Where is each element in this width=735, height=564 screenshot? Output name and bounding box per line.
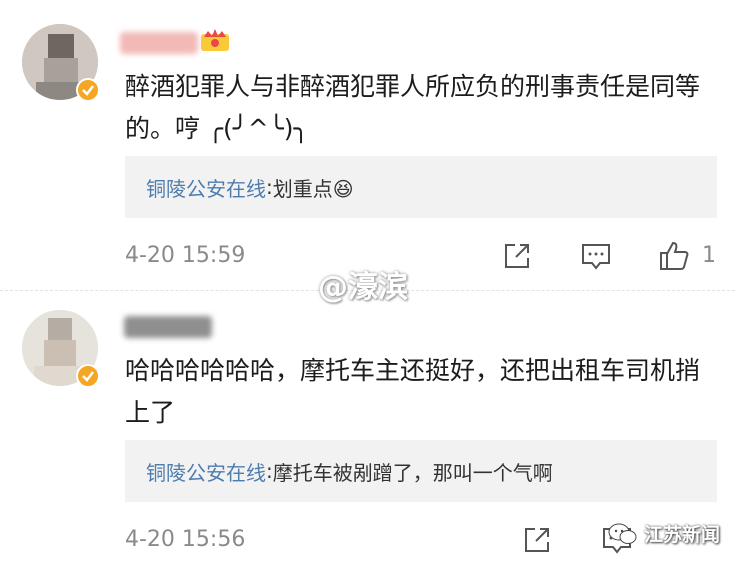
share-icon[interactable] (501, 240, 533, 272)
source-logo-text: 江苏新闻 (644, 524, 721, 546)
comment-meta: 4-20 15:59 1 (125, 236, 725, 276)
reply-author[interactable]: 铜陵公安在线 (146, 457, 266, 486)
reply-separator: : (266, 175, 273, 199)
comment-icon[interactable] (580, 240, 612, 272)
username-blurred[interactable] (120, 32, 198, 54)
reply-text: 划重点😆 (272, 176, 354, 201)
reply-box[interactable]: 铜陵公安在线 : 划重点😆 (125, 156, 717, 218)
wechat-icon (608, 523, 637, 544)
timestamp: 4-20 15:56 (125, 527, 246, 552)
timestamp: 4-20 15:59 (125, 243, 246, 268)
comment-text: 哈哈哈哈哈哈，摩托车主还挺好，还把出租车司机捎上了 (125, 356, 701, 427)
watermark: @濠滨 (318, 270, 408, 305)
reply-separator: : (266, 459, 273, 483)
reply-text: 摩托车被剐蹭了，那叫一个气啊 (272, 460, 553, 485)
reply-box[interactable]: 铜陵公安在线 : 摩托车被剐蹭了，那叫一个气啊 (125, 440, 717, 502)
source-logo: 江苏新闻 (608, 520, 720, 547)
verified-badge-icon (76, 364, 100, 388)
crown-badge-icon (198, 25, 232, 53)
username-blurred[interactable] (124, 316, 212, 338)
like-icon[interactable] (658, 240, 690, 272)
share-icon[interactable] (521, 524, 553, 556)
verified-badge-icon (76, 78, 100, 102)
reply-author[interactable]: 铜陵公安在线 (146, 173, 266, 202)
like-count: 1 (702, 243, 716, 268)
comment-text: 醉酒犯罪人与非醉酒犯罪人所应负的刑事责任是同等的。哼 ╭(╯^╰)╮ (125, 72, 701, 143)
